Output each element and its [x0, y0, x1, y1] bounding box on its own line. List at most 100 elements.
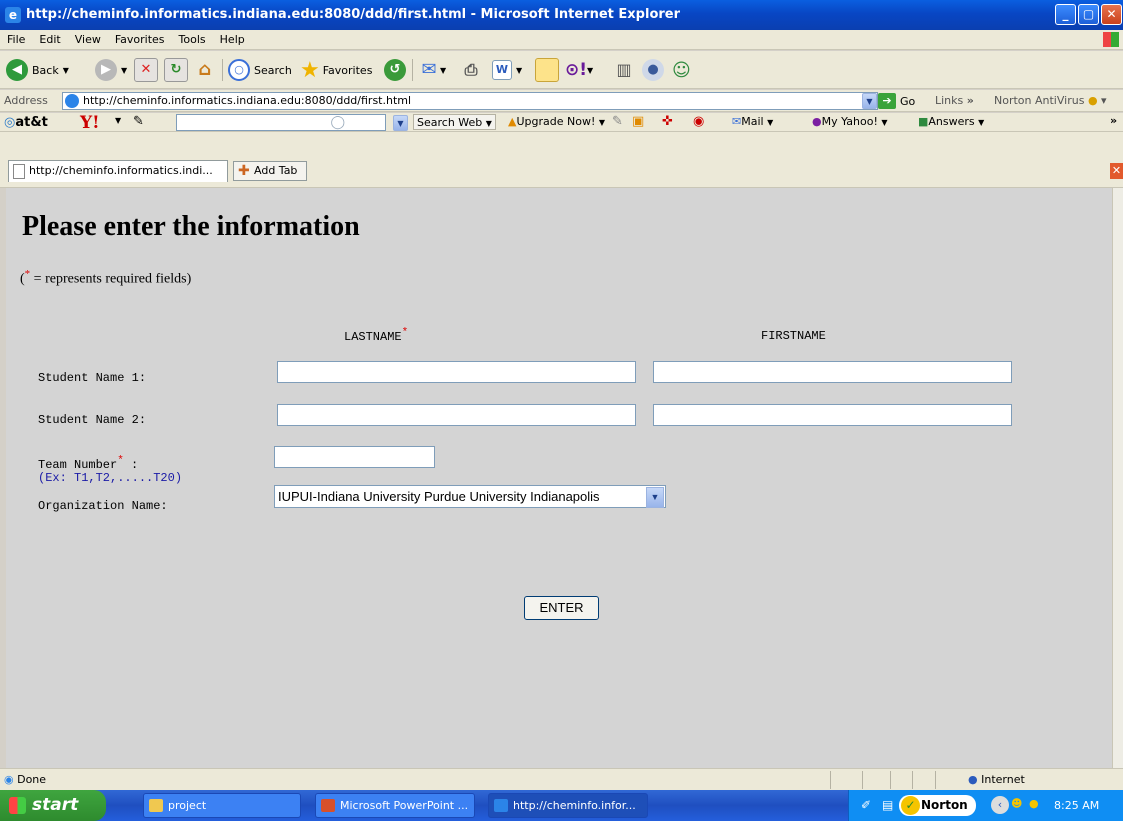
menu-tools[interactable]: Tools	[172, 30, 213, 46]
student1-lastname-input[interactable]	[277, 361, 636, 383]
chevron-down-icon[interactable]: ▼	[115, 116, 121, 125]
maximize-button[interactable]: ▢	[1078, 4, 1099, 25]
tab-bar: http://cheminfo.informatics.indi... ✚ Ad…	[0, 132, 1123, 188]
norton-tray-button[interactable]: ✓ Norton	[899, 795, 976, 816]
home-icon: ⌂	[198, 59, 212, 80]
add-tab-button[interactable]: ✚ Add Tab	[233, 161, 307, 181]
popup-blocker-icon[interactable]: ▣	[632, 114, 644, 129]
favorites-button[interactable]: ★ Favorites	[300, 57, 372, 83]
note-icon	[535, 58, 559, 82]
contacts-icon: ☺	[672, 59, 691, 81]
status-divider	[862, 771, 863, 789]
status-divider	[890, 771, 891, 789]
go-arrow-icon: ➔	[878, 93, 896, 109]
start-button[interactable]: start	[0, 790, 106, 821]
vertical-scrollbar[interactable]	[1112, 188, 1123, 768]
notes-button[interactable]	[535, 57, 559, 83]
close-tab-icon[interactable]: ✕	[1110, 163, 1123, 179]
discuss-button[interactable]: ●	[642, 57, 664, 83]
edit-button[interactable]: W ▼	[492, 57, 522, 83]
chevron-right-icon[interactable]: »	[1110, 114, 1117, 127]
antispy-icon[interactable]: ✜	[662, 114, 673, 129]
menu-view[interactable]: View	[68, 30, 108, 46]
att-logo[interactable]: ◎at&t	[4, 115, 48, 130]
windows-flag-icon	[1103, 32, 1119, 47]
smiley-icon[interactable]: ☻	[1011, 797, 1022, 810]
links-label[interactable]: Links »	[935, 94, 974, 107]
menu-file[interactable]: File	[0, 30, 32, 46]
back-arrow-icon[interactable]: ‹	[991, 796, 1009, 814]
student1-firstname-input[interactable]	[653, 361, 1012, 383]
history-button[interactable]: ↺	[384, 57, 406, 83]
norton-antivirus-button[interactable]: Norton AntiVirus ● ▾	[994, 94, 1107, 107]
security-zone: ● Internet	[968, 773, 1025, 786]
back-arrow-icon: ◀	[6, 59, 28, 81]
discuss-icon: ●	[642, 59, 664, 81]
menu-edit[interactable]: Edit	[32, 30, 67, 46]
page-status-icon: ◉	[4, 773, 14, 786]
home-button[interactable]: ⌂	[194, 57, 216, 83]
back-button[interactable]: ◀ Back ▼	[6, 57, 69, 83]
go-button[interactable]: ➔ Go	[878, 92, 915, 110]
toolbar-divider	[222, 59, 223, 81]
status-divider	[935, 771, 936, 789]
taskbar-item-ie[interactable]: http://cheminfo.infor...	[488, 793, 648, 818]
my-yahoo-button[interactable]: ●My Yahoo! ▼	[812, 115, 888, 128]
forward-button[interactable]: ▶ ▼	[95, 57, 127, 83]
taskbar-item-project[interactable]: project	[143, 793, 301, 818]
tray-icon[interactable]: ✐	[861, 798, 871, 812]
close-button[interactable]: ✕	[1101, 4, 1122, 25]
status-divider	[830, 771, 831, 789]
stop-button[interactable]: ✕	[134, 57, 158, 83]
yahoo-search-input[interactable]: ◯	[176, 114, 386, 131]
answers-button[interactable]: ■Answers ▼	[918, 115, 984, 128]
menu-help[interactable]: Help	[213, 30, 252, 46]
taskbar: start project Microsoft PowerPoint ... h…	[0, 790, 1123, 821]
window-title: http://cheminfo.informatics.indiana.edu:…	[26, 7, 681, 22]
norton-icon: ●	[1087, 94, 1098, 107]
mail-button[interactable]: ✉ ▼	[418, 57, 446, 83]
contacts-button[interactable]: ☺	[672, 57, 691, 83]
stop-icon: ✕	[134, 58, 158, 82]
tray-icon[interactable]: ▤	[882, 798, 893, 812]
address-input[interactable]: http://cheminfo.informatics.indiana.edu:…	[62, 92, 878, 110]
menu-bar: File Edit View Favorites Tools Help	[0, 30, 1123, 50]
forward-arrow-icon: ▶	[95, 59, 117, 81]
search-button[interactable]: ○ Search	[228, 57, 292, 83]
refresh-button[interactable]: ↻	[164, 57, 188, 83]
menu-favorites[interactable]: Favorites	[108, 30, 172, 46]
att-globe-icon: ◎	[4, 115, 16, 130]
search-dropdown-icon[interactable]: ▼	[393, 115, 408, 131]
firstname-header: FIRSTNAME	[761, 329, 826, 343]
chevron-down-icon: ▼	[646, 487, 664, 508]
team-number-input[interactable]	[274, 446, 435, 468]
highlight-icon[interactable]: ✎	[612, 114, 623, 129]
upgrade-now-button[interactable]: ▲Upgrade Now! ▼	[508, 115, 605, 128]
minimize-button[interactable]: _	[1055, 4, 1076, 25]
student2-firstname-input[interactable]	[653, 404, 1012, 426]
norton-icon[interactable]: ●	[1029, 797, 1039, 810]
chevron-down-icon: ▼	[121, 65, 128, 75]
research-button[interactable]: ▥	[613, 57, 635, 83]
search-icon: ◯	[330, 115, 345, 130]
student2-label: Student Name 2:	[38, 413, 147, 427]
yahoo-mail-button[interactable]: ✉Mail ▼	[732, 115, 773, 128]
organization-select[interactable]: IUPUI-Indiana University Purdue Universi…	[274, 485, 666, 508]
address-dropdown-icon[interactable]: ▼	[862, 93, 877, 109]
organization-label: Organization Name:	[38, 499, 168, 513]
chevron-down-icon: ▼	[62, 65, 69, 75]
student2-lastname-input[interactable]	[277, 404, 636, 426]
ie-icon	[494, 799, 508, 812]
history-icon: ↺	[384, 59, 406, 81]
taskbar-item-powerpoint[interactable]: Microsoft PowerPoint ...	[315, 793, 475, 818]
pencil-icon[interactable]: ✎	[133, 114, 144, 129]
tab-current[interactable]: http://cheminfo.informatics.indi...	[8, 160, 228, 182]
clock[interactable]: 8:25 AM	[1054, 799, 1099, 812]
enter-button[interactable]: ENTER	[524, 596, 599, 620]
messenger-button[interactable]: ⊙! ▼	[565, 57, 593, 83]
research-icon: ▥	[616, 60, 632, 79]
security-icon[interactable]: ◉	[693, 114, 704, 129]
yahoo-logo-icon[interactable]: Y!	[80, 113, 100, 133]
print-button[interactable]: ⎙	[460, 57, 482, 83]
search-web-button[interactable]: Search Web ▼	[413, 114, 496, 130]
